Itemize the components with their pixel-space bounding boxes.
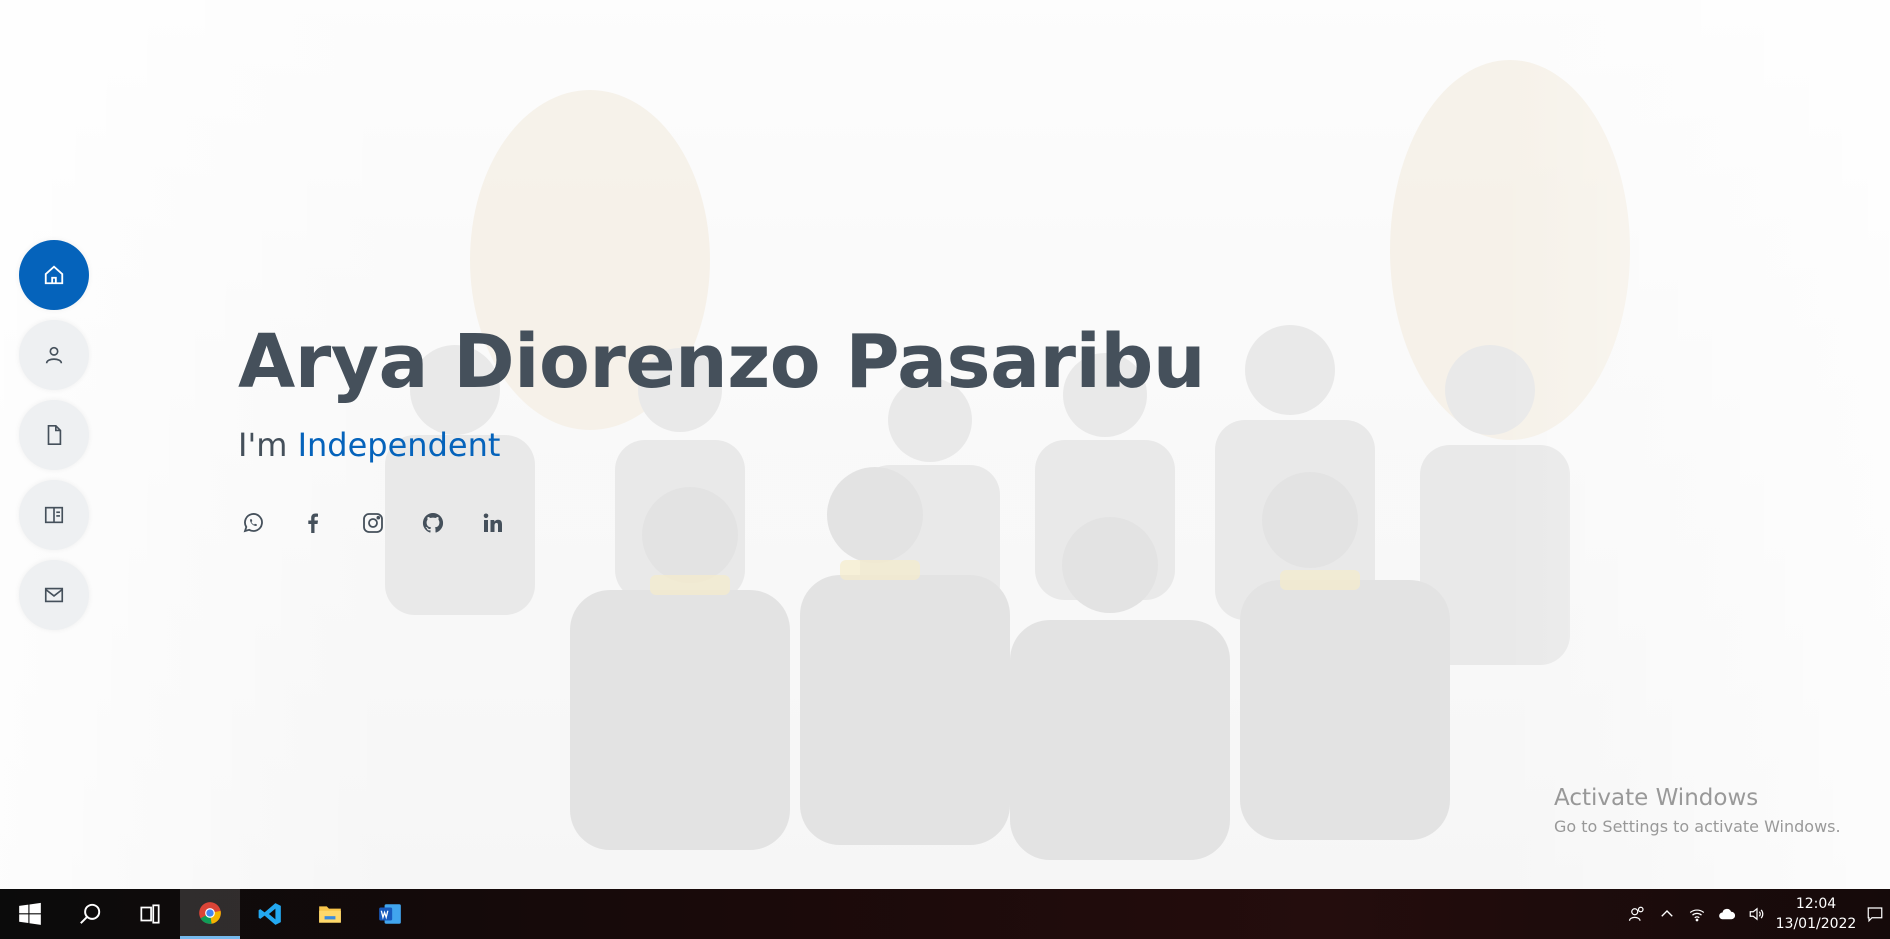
hero-name: Arya Diorenzo Pasaribu (238, 319, 1206, 405)
notifications-button[interactable] (1860, 889, 1890, 939)
task-view-icon (140, 904, 160, 924)
github-icon (422, 512, 444, 533)
tagline-prefix: I'm (238, 426, 288, 464)
facebook-icon (308, 513, 318, 533)
people-icon (1628, 906, 1644, 921)
person-icon (45, 346, 63, 364)
watermark-title: Activate Windows (1554, 785, 1759, 811)
vscode-icon (258, 903, 281, 925)
nav-home-button[interactable] (19, 240, 89, 310)
search-icon (80, 903, 101, 924)
file-explorer-icon (319, 906, 341, 923)
clock-time: 12:04 (1795, 896, 1837, 912)
onedrive-button[interactable] (1712, 889, 1742, 939)
facebook-link[interactable] (300, 510, 326, 536)
nav-resume-button[interactable] (19, 400, 89, 470)
system-tray: 12:04 13/01/2022 (1622, 889, 1890, 939)
taskbar-chrome[interactable] (180, 889, 240, 939)
instagram-link[interactable] (360, 510, 386, 536)
cloud-icon (1719, 908, 1736, 920)
wifi-icon (1689, 909, 1705, 922)
chevron-up-icon (1661, 910, 1673, 917)
watermark-subtitle: Go to Settings to activate Windows. (1554, 817, 1841, 836)
people-button[interactable] (1622, 889, 1652, 939)
windows-taskbar: 12:04 13/01/2022 (0, 889, 1890, 939)
taskbar-file-explorer[interactable] (300, 889, 360, 939)
instagram-icon (363, 513, 383, 533)
taskbar-clock[interactable]: 12:04 13/01/2022 (1772, 894, 1860, 934)
tagline-typed: Independent (297, 426, 501, 464)
start-icon (19, 902, 41, 925)
nav-contact-button[interactable] (19, 560, 89, 630)
envelope-icon (44, 587, 64, 603)
word-icon (379, 904, 401, 924)
task-view-button[interactable] (120, 889, 180, 939)
clock-date: 13/01/2022 (1775, 916, 1857, 932)
notification-icon (1867, 907, 1883, 923)
search-button[interactable] (60, 889, 120, 939)
nav-portfolio-button[interactable] (19, 480, 89, 550)
nav-about-button[interactable] (19, 320, 89, 390)
home-icon (44, 265, 64, 285)
social-links (240, 510, 506, 536)
taskbar-word[interactable] (360, 889, 420, 939)
hero-tagline: I'm Independent (238, 426, 500, 464)
speaker-icon (1749, 907, 1764, 921)
github-link[interactable] (420, 510, 446, 536)
book-icon (44, 506, 64, 524)
whatsapp-link[interactable] (240, 510, 266, 536)
whatsapp-icon (243, 513, 263, 533)
file-icon (47, 425, 62, 445)
linkedin-icon (483, 513, 502, 532)
volume-button[interactable] (1742, 889, 1772, 939)
start-button[interactable] (0, 889, 60, 939)
show-hidden-icons-button[interactable] (1652, 889, 1682, 939)
chrome-icon (199, 901, 221, 924)
linkedin-link[interactable] (480, 510, 506, 536)
side-nav (19, 240, 89, 630)
network-button[interactable] (1682, 889, 1712, 939)
taskbar-vscode[interactable] (240, 889, 300, 939)
activate-windows-watermark: Activate Windows Go to Settings to activ… (1554, 785, 1841, 836)
